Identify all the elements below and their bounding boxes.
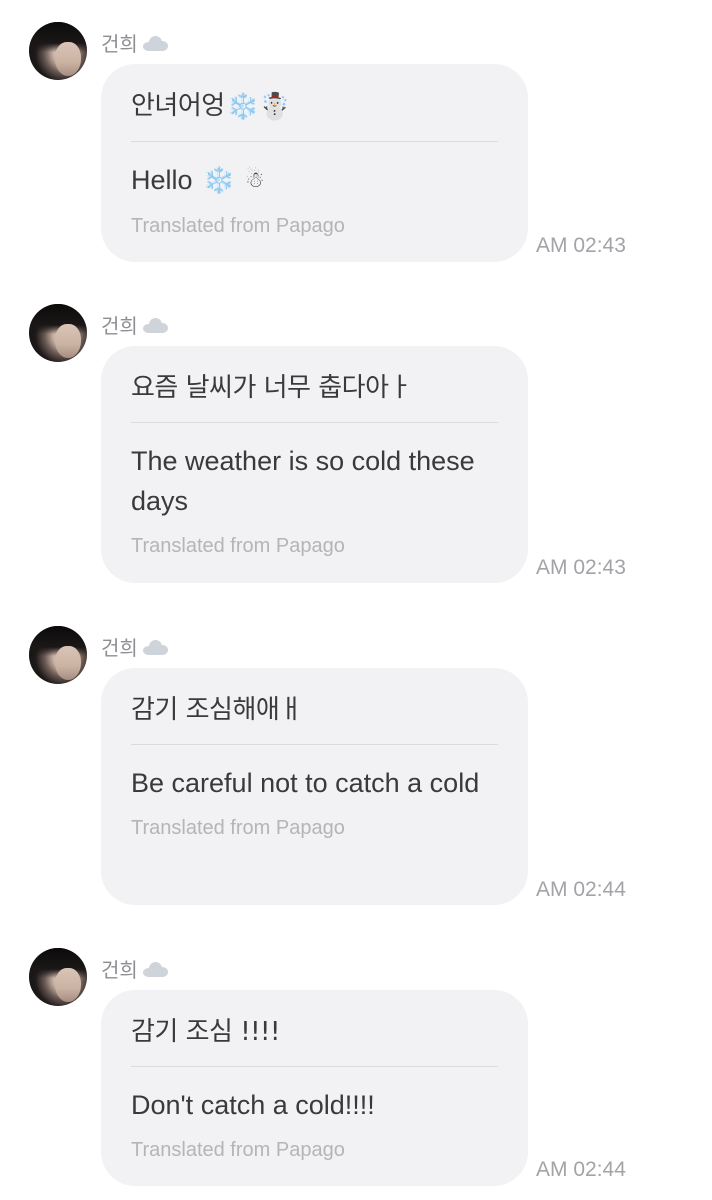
sender-name: 건희 (101, 954, 168, 983)
snowflake-icon: ❄️ (226, 91, 259, 122)
original-text: 요즘 날씨가 너무 춥다아ㅏ (131, 346, 498, 423)
avatar[interactable] (29, 626, 87, 684)
timestamp: AM 02:44 (536, 1158, 626, 1181)
timestamp: AM 02:43 (536, 234, 626, 257)
cloud-icon (142, 639, 168, 655)
avatar[interactable] (29, 948, 87, 1006)
translated-text: Don't catch a cold!!!! (131, 1090, 375, 1120)
original-text: 안녀어엉❄️☃️ (131, 64, 498, 142)
snowflake-icon: ❄️ (202, 166, 235, 197)
chat-screen: { "messages": [ { "sender": "건희", "sende… (0, 0, 712, 1200)
sender-label: 건희 (101, 314, 138, 338)
message-bubble[interactable]: 요즘 날씨가 너무 춥다아ㅏ The weather is so cold th… (101, 346, 528, 583)
translated-text: Hello ❄️ ☃ (131, 142, 498, 202)
message-bubble[interactable]: 감기 조심 !!!! Don't catch a cold!!!! Transl… (101, 990, 528, 1186)
avatar[interactable] (29, 22, 87, 80)
avatar[interactable] (29, 304, 87, 362)
translation-source[interactable]: Translated from Papago (131, 201, 498, 260)
message-bubble[interactable]: 안녀어엉❄️☃️ Hello ❄️ ☃ Translated from Papago (101, 64, 528, 262)
sender-name: 건희 (101, 632, 168, 661)
sender-name: 건희 (101, 28, 168, 57)
translation-source[interactable]: Translated from Papago (131, 1125, 498, 1184)
sender-name: 건희 (101, 310, 168, 339)
translated-label: Hello (131, 164, 193, 195)
timestamp: AM 02:44 (536, 878, 626, 901)
sender-label: 건희 (101, 636, 138, 660)
original-text: 감기 조심 !!!! (131, 990, 498, 1067)
message-bubble[interactable]: 감기 조심해애ㅐ Be careful not to catch a cold … (101, 668, 528, 905)
cloud-icon (142, 35, 168, 51)
timestamp: AM 02:43 (536, 556, 626, 579)
cloud-icon (142, 961, 168, 977)
sender-label: 건희 (101, 32, 138, 56)
original-label: 안녀어엉 (131, 91, 225, 121)
cloud-icon (142, 317, 168, 333)
original-text: 감기 조심해애ㅐ (131, 668, 498, 745)
snowman-icon: ☃ (244, 168, 265, 194)
translated-text: The weather is so cold these days (131, 446, 475, 516)
sender-label: 건희 (101, 958, 138, 982)
translation-source[interactable]: Translated from Papago (131, 521, 498, 580)
snowman-icon: ☃️ (258, 91, 291, 122)
translation-source[interactable]: Translated from Papago (131, 803, 498, 862)
translated-text: Be careful not to catch a cold (131, 768, 480, 798)
